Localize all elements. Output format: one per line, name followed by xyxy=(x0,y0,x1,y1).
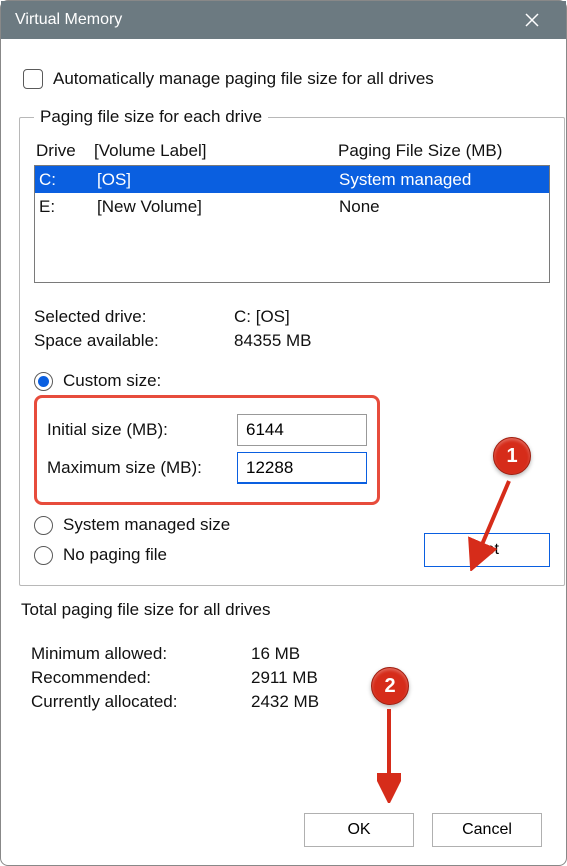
drive-row[interactable]: C: [OS] System managed xyxy=(35,166,549,193)
cell-volume: [OS] xyxy=(97,170,339,190)
group1-legend: Paging file size for each drive xyxy=(34,107,268,127)
annotation-arrow-1-icon xyxy=(465,475,517,571)
drive-list-header: Drive [Volume Label] Paging File Size (M… xyxy=(34,141,550,165)
drive-list[interactable]: C: [OS] System managed E: [New Volume] N… xyxy=(34,165,550,283)
system-managed-radio[interactable] xyxy=(34,516,53,535)
auto-manage-checkbox[interactable] xyxy=(23,69,43,89)
hdr-drive: Drive xyxy=(36,141,94,161)
custom-size-radio[interactable] xyxy=(34,372,53,391)
close-button[interactable] xyxy=(512,1,552,39)
drive-row[interactable]: E: [New Volume] None xyxy=(35,193,549,220)
recommended-value: 2911 MB xyxy=(251,668,318,688)
currently-allocated-value: 2432 MB xyxy=(251,692,319,712)
maximum-size-label: Maximum size (MB): xyxy=(47,458,237,478)
cell-size: None xyxy=(339,197,549,217)
total-paging-section: Total paging file size for all drives Mi… xyxy=(19,600,548,712)
no-paging-label: No paging file xyxy=(63,545,167,565)
hdr-volume: [Volume Label] xyxy=(94,141,338,161)
close-icon xyxy=(525,13,539,27)
space-value: 84355 MB xyxy=(234,331,312,351)
custom-size-radio-row: Custom size: xyxy=(34,371,550,391)
maximum-size-input[interactable] xyxy=(237,452,367,484)
annotation-marker-2: 2 xyxy=(371,667,409,705)
min-allowed-label: Minimum allowed: xyxy=(31,644,251,664)
initial-size-input[interactable] xyxy=(237,414,367,446)
no-paging-radio[interactable] xyxy=(34,546,53,565)
custom-size-label: Custom size: xyxy=(63,371,161,391)
cell-drive: C: xyxy=(39,170,97,190)
system-managed-label: System managed size xyxy=(63,515,230,535)
cell-drive: E: xyxy=(39,197,97,217)
selected-drive-value: C: [OS] xyxy=(234,307,290,327)
initial-size-label: Initial size (MB): xyxy=(47,420,237,440)
space-label: Space available: xyxy=(34,331,234,351)
annotation-marker-1: 1 xyxy=(493,437,531,475)
ok-button[interactable]: OK xyxy=(304,813,414,847)
selected-drive-row: Selected drive: C: [OS] xyxy=(34,307,550,327)
window-title: Virtual Memory xyxy=(15,11,512,29)
min-allowed-value: 16 MB xyxy=(251,644,300,664)
recommended-label: Recommended: xyxy=(31,668,251,688)
titlebar: Virtual Memory xyxy=(1,1,566,39)
space-row: Space available: 84355 MB xyxy=(34,331,550,351)
annotation-arrow-2-icon xyxy=(377,705,401,803)
auto-manage-row: Automatically manage paging file size fo… xyxy=(23,69,544,89)
auto-manage-label: Automatically manage paging file size fo… xyxy=(53,69,434,89)
cell-size: System managed xyxy=(339,170,549,190)
cancel-button[interactable]: Cancel xyxy=(432,813,542,847)
hdr-size: Paging File Size (MB) xyxy=(338,141,548,161)
footer-buttons: OK Cancel xyxy=(304,813,542,847)
size-highlight-box: Initial size (MB): Maximum size (MB): xyxy=(34,395,380,505)
currently-allocated-label: Currently allocated: xyxy=(31,692,251,712)
cell-volume: [New Volume] xyxy=(97,197,339,217)
selected-drive-label: Selected drive: xyxy=(34,307,234,327)
